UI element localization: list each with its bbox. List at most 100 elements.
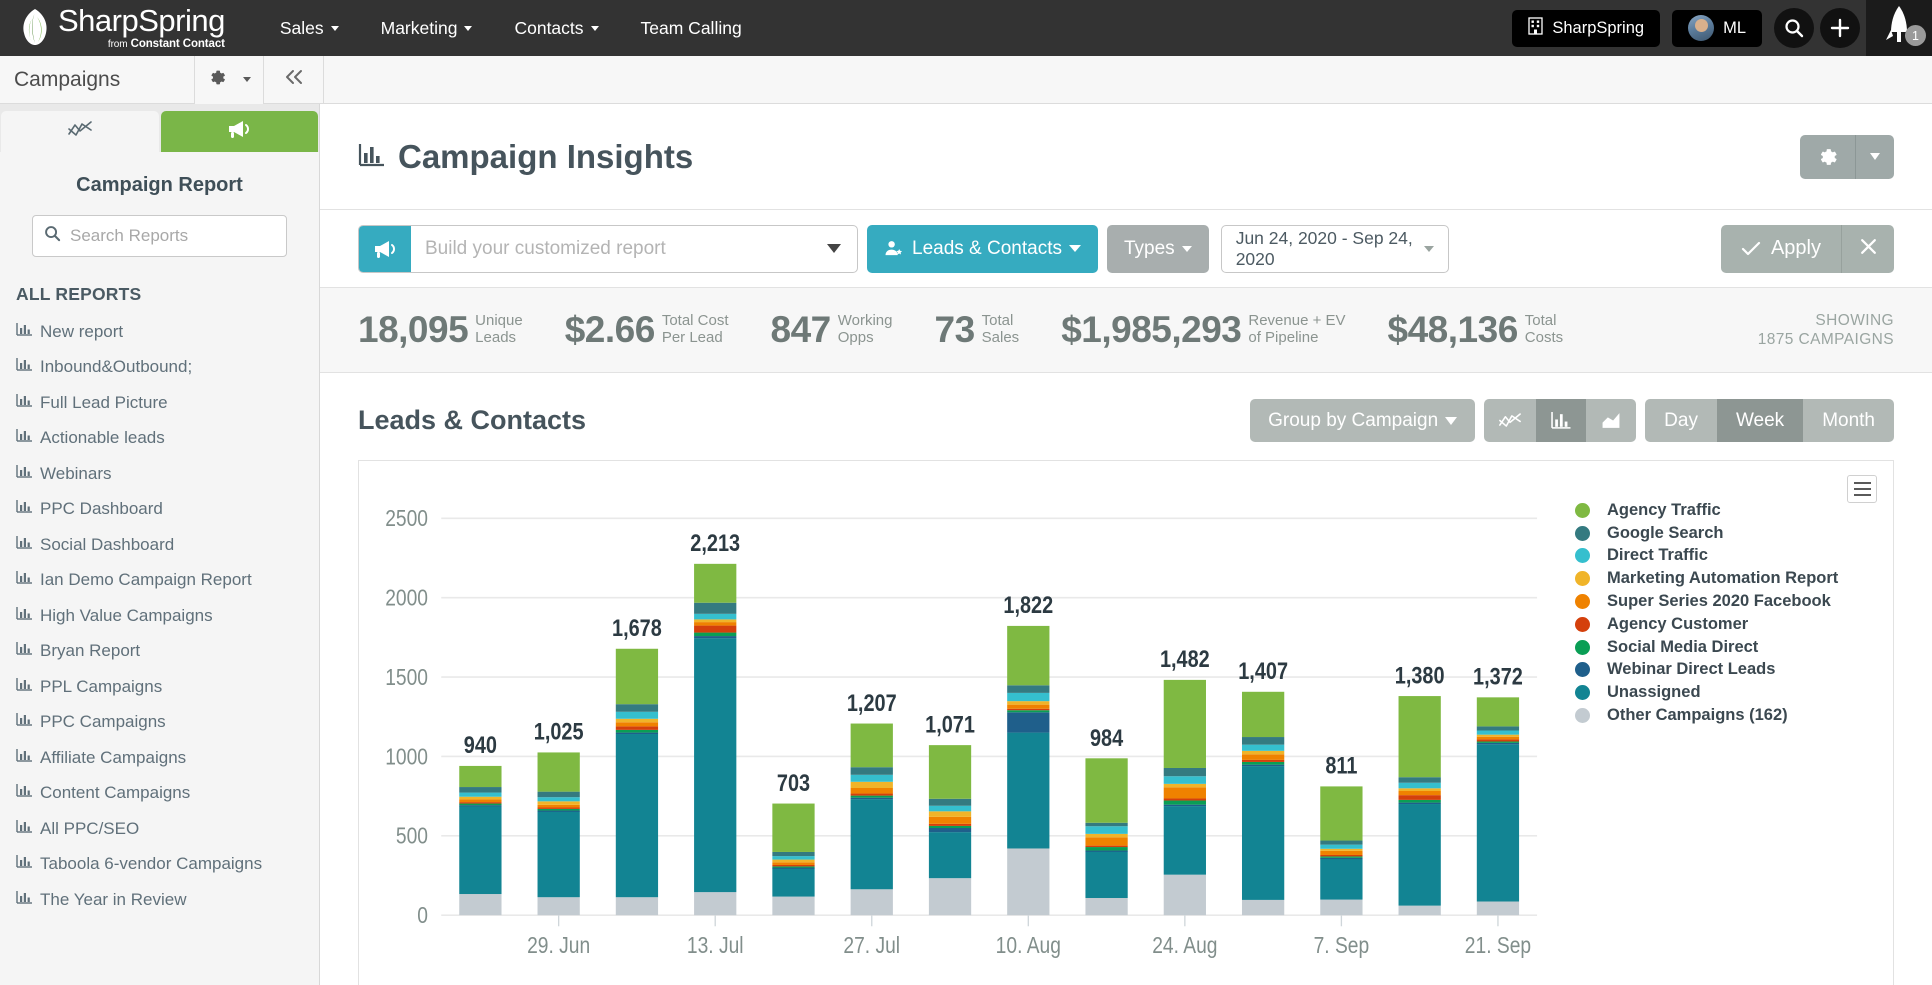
bar-segment[interactable] (1163, 767, 1206, 777)
bar-segment[interactable] (1163, 798, 1206, 801)
list-item[interactable]: Bryan Report (0, 634, 319, 670)
bar-segment[interactable] (694, 892, 737, 916)
date-range-picker[interactable]: Jun 24, 2020 - Sep 24, 2020 (1220, 224, 1449, 273)
bar-segment[interactable] (928, 825, 972, 828)
bar-segment[interactable] (537, 791, 580, 798)
bar-segment[interactable] (1163, 679, 1206, 768)
caret-down-icon[interactable] (1856, 135, 1894, 179)
bar-segment[interactable] (615, 729, 659, 733)
bar-segment[interactable] (1085, 845, 1128, 848)
bar-segment[interactable] (694, 602, 737, 614)
plus-icon[interactable] (1820, 8, 1860, 48)
nav-item-marketing[interactable]: Marketing (360, 0, 494, 56)
user-menu-button[interactable]: ML (1672, 9, 1762, 47)
report-builder-input[interactable] (411, 225, 811, 272)
granularity-month-button[interactable]: Month (1803, 399, 1894, 442)
bar-segment[interactable] (1241, 759, 1285, 762)
bar-segment[interactable] (459, 806, 502, 895)
bar-segment[interactable] (615, 897, 659, 916)
granularity-week-button[interactable]: Week (1716, 399, 1804, 442)
bar-segment[interactable] (772, 851, 815, 857)
list-item[interactable]: High Value Campaigns (0, 598, 319, 634)
bar-segment[interactable] (694, 638, 737, 893)
bar-segment[interactable] (1241, 754, 1285, 760)
bar-segment[interactable] (615, 726, 659, 730)
chevron-down-icon[interactable] (811, 226, 857, 272)
leads-contacts-filter-button[interactable]: Leads & Contacts (867, 224, 1098, 273)
bar-segment[interactable] (1085, 833, 1128, 838)
bar-segment[interactable] (850, 774, 893, 782)
bar-segment[interactable] (1476, 730, 1520, 735)
bar-segment[interactable] (1241, 744, 1285, 751)
bar-segment[interactable] (928, 798, 972, 806)
bar-segment[interactable] (772, 803, 815, 852)
bar-segment[interactable] (772, 864, 815, 867)
bar-segment[interactable] (1398, 782, 1441, 789)
legend-item[interactable]: Google Search (1575, 522, 1893, 545)
bar-segment[interactable] (1398, 799, 1441, 803)
bar-segment[interactable] (1241, 899, 1285, 916)
list-item[interactable]: All PPC/SEO (0, 811, 319, 847)
legend-item[interactable]: Direct Traffic (1575, 545, 1893, 568)
bar-segment[interactable] (1007, 704, 1050, 709)
bar-segment[interactable] (1163, 806, 1206, 875)
reports-list[interactable]: New report Inbound&Outbound; Full Lead P… (0, 314, 319, 985)
bar-segment[interactable] (459, 803, 502, 806)
bar-segment[interactable] (1007, 710, 1050, 713)
bar-segment[interactable] (928, 745, 972, 799)
bar-segment[interactable] (850, 723, 893, 768)
bar-segment[interactable] (772, 866, 815, 868)
bar-segment[interactable] (1476, 734, 1520, 737)
bar-segment[interactable] (928, 823, 972, 826)
granularity-day-button[interactable]: Day (1645, 399, 1717, 442)
bar-segment[interactable] (1398, 804, 1441, 906)
bar-segment[interactable] (459, 805, 502, 807)
bar-segment[interactable] (615, 711, 659, 719)
bar-segment[interactable] (537, 807, 580, 809)
company-selector-button[interactable]: SharpSpring (1512, 9, 1661, 47)
rocket-launch-button[interactable]: 1 (1866, 0, 1932, 56)
bar-segment[interactable] (1085, 850, 1128, 852)
bar-segment[interactable] (615, 734, 659, 898)
apply-button[interactable]: Apply (1721, 224, 1842, 273)
report-settings-button[interactable] (1800, 134, 1894, 179)
brand-logo[interactable]: SharpSpring from Constant Contact (18, 5, 225, 51)
bar-segment[interactable] (1163, 783, 1206, 788)
bar-segment[interactable] (537, 808, 580, 811)
bar-segment[interactable] (772, 868, 815, 897)
bar-segment[interactable] (615, 722, 659, 727)
bar-segment[interactable] (1007, 708, 1050, 711)
bar-segment[interactable] (928, 832, 972, 879)
legend-item[interactable]: Super Series 2020 Facebook (1575, 590, 1893, 613)
list-item[interactable]: Ian Demo Campaign Report (0, 563, 319, 599)
list-item[interactable]: Content Campaigns (0, 776, 319, 812)
bar-segment[interactable] (850, 793, 893, 796)
bar-segment[interactable] (694, 622, 737, 626)
bar-segment[interactable] (459, 799, 502, 803)
bar-segment[interactable] (1476, 739, 1520, 742)
bar-segment[interactable] (1241, 761, 1285, 765)
bar-segment[interactable] (928, 878, 972, 916)
bar-segment[interactable] (1320, 858, 1363, 900)
types-filter-button[interactable]: Types (1106, 224, 1209, 273)
bar-segment[interactable] (1398, 802, 1441, 805)
list-item[interactable]: Webinars (0, 456, 319, 492)
list-item[interactable]: New report (0, 314, 319, 350)
bar-segment[interactable] (1007, 712, 1050, 733)
legend-item[interactable]: Marketing Automation Report (1575, 567, 1893, 590)
bar-segment[interactable] (850, 795, 893, 798)
bar-segment[interactable] (694, 613, 737, 620)
bar-segment[interactable] (459, 802, 502, 804)
nav-item-sales[interactable]: Sales (259, 0, 360, 56)
bar-segment[interactable] (694, 632, 737, 637)
bar-segment[interactable] (928, 816, 972, 824)
bar-segment[interactable] (694, 625, 737, 633)
clear-filters-button[interactable] (1842, 225, 1894, 273)
list-item[interactable]: The Year in Review (0, 882, 319, 918)
bar-segment[interactable] (1320, 856, 1363, 858)
bar-segment[interactable] (850, 797, 893, 800)
bar-segment[interactable] (1085, 847, 1128, 851)
bar-segment[interactable] (1398, 905, 1441, 916)
group-by-button[interactable]: Group by Campaign (1250, 399, 1476, 442)
bar-segment[interactable] (694, 619, 737, 623)
